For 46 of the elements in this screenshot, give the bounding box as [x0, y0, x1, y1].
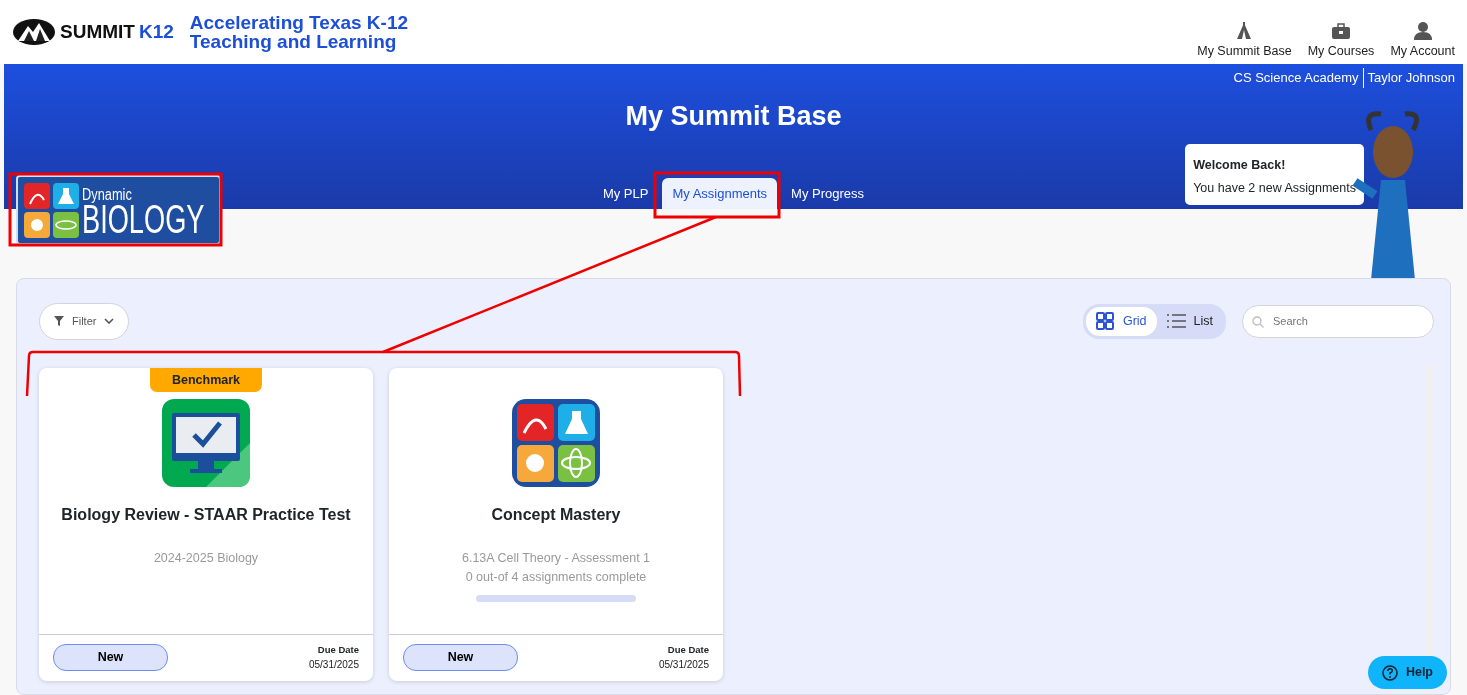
view-toggle[interactable]: List — [1156, 306, 1223, 336]
page-title: My Summit Base — [625, 99, 842, 133]
user-icon — [1412, 21, 1433, 40]
subject-tiles-icon — [22, 180, 80, 240]
brand-name: SUMMIT — [60, 19, 135, 44]
monitor-check-icon — [162, 398, 250, 487]
search-field[interactable]: Search — [1242, 305, 1434, 338]
due-date-label: Due Date — [666, 642, 709, 657]
view-toggle[interactable]: Grid — [1085, 306, 1157, 336]
filter-button[interactable]: Filter — [39, 303, 130, 340]
briefcase-icon — [1331, 21, 1352, 40]
welcome-text: You have 2 new Assignments — [1193, 179, 1356, 197]
tab[interactable]: My Assignments — [662, 177, 778, 209]
tagline: Accelerating Texas K-12 — [189, 13, 409, 32]
card-title: Biology Review - STAAR Practice Test — [61, 504, 351, 525]
due-date: 05/31/2025 — [308, 658, 359, 673]
status-button[interactable]: New — [403, 644, 518, 671]
help-button[interactable]: Help — [1367, 656, 1447, 689]
card-subtitle: 0 out-of 4 assignments complete — [464, 568, 648, 586]
card-subtitle: 6.13A Cell Theory - Assessment 1 — [461, 549, 651, 567]
grid-icon — [1095, 312, 1115, 331]
tab[interactable]: My PLP — [592, 177, 659, 209]
tab[interactable]: My Progress — [781, 177, 875, 209]
due-date: 05/31/2025 — [658, 658, 709, 673]
assignment-card[interactable]: Concept Mastery 6.13A Cell Theory - Assessment 1 0 out-of 4 assignments complete New Due Date 05/31/2025 — [389, 367, 723, 681]
nav-link[interactable]: My Courses — [1307, 21, 1375, 59]
nav-link[interactable]: My Summit Base — [1197, 21, 1292, 59]
user-name: Taylor Johnson — [1367, 69, 1455, 87]
category-badge: Benchmark — [149, 367, 263, 393]
school-name: CS Science Academy — [1233, 69, 1359, 87]
filter-icon — [54, 316, 64, 327]
card-title: Concept Mastery — [491, 504, 621, 525]
welcome-heading: Welcome Back! — [1193, 157, 1287, 174]
brand-suffix: K12 — [138, 19, 174, 44]
assignment-card[interactable]: Benchmark Biology Review - STAAR Practice Test 2024-2025 Biology New Due Date 05/31/2025 — [39, 367, 373, 681]
subject-tiles-icon — [512, 398, 600, 487]
due-date-label: Due Date — [316, 642, 359, 657]
search-icon — [1252, 316, 1264, 328]
status-button[interactable]: New — [53, 644, 168, 671]
mountain-logo-icon — [12, 17, 56, 47]
card-subtitle: 2024-2025 Biology — [153, 549, 259, 567]
list-icon — [1166, 312, 1186, 331]
chevron-down-icon — [104, 318, 115, 325]
tagline: Teaching and Learning — [189, 32, 398, 51]
nav-link[interactable]: My Account — [1390, 21, 1455, 59]
help-icon — [1381, 664, 1398, 681]
